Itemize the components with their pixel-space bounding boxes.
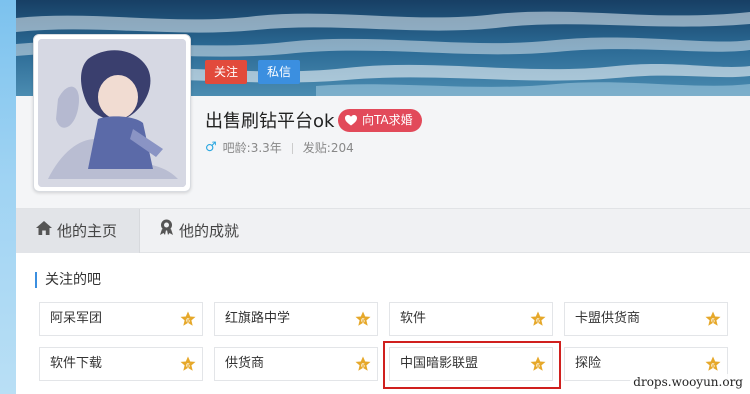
post-count: 发贴:204	[302, 141, 354, 155]
profile-meta: ♂ 吧龄:3.3年 发贴:204	[205, 140, 354, 156]
profile-tabs: 他的主页 他的成就	[16, 208, 750, 253]
tab-achievements-label: 他的成就	[179, 222, 240, 240]
follow-button[interactable]: 关注	[205, 60, 247, 84]
svg-text:6: 6	[361, 362, 365, 370]
star-icon: 6	[705, 311, 721, 326]
star-icon: 6	[530, 311, 546, 326]
svg-text:6: 6	[536, 362, 540, 370]
bar-item[interactable]: 红旗路中学 6	[214, 302, 378, 336]
bar-item-label: 探险	[575, 356, 602, 371]
section-title: 关注的吧	[35, 272, 101, 288]
svg-text:6: 6	[186, 317, 190, 325]
page-background-left	[0, 0, 16, 394]
propose-label: 向TA求婚	[362, 113, 413, 127]
bar-item-highlighted[interactable]: 中国暗影联盟 6	[389, 347, 553, 381]
bar-item[interactable]: 软件下载 6	[39, 347, 203, 381]
propose-button[interactable]: 向TA求婚	[338, 109, 422, 132]
message-button[interactable]: 私信	[258, 60, 300, 84]
svg-text:6: 6	[711, 317, 715, 325]
home-icon	[36, 208, 52, 252]
avatar-image	[38, 39, 186, 187]
tab-home-label: 他的主页	[57, 222, 118, 240]
bar-item[interactable]: 供货商 6	[214, 347, 378, 381]
avatar[interactable]	[33, 34, 191, 192]
svg-text:6: 6	[711, 362, 715, 370]
bar-item-label: 阿呆军团	[50, 311, 103, 326]
bar-item-label: 卡盟供货商	[575, 311, 641, 326]
star-icon: 6	[355, 311, 371, 326]
star-icon: 6	[530, 356, 546, 371]
bar-item[interactable]: 阿呆军团 6	[39, 302, 203, 336]
bar-item[interactable]: 卡盟供货商 6	[564, 302, 728, 336]
male-icon: ♂	[205, 140, 217, 155]
star-icon: 6	[705, 356, 721, 371]
meta-divider	[291, 142, 293, 154]
bar-age: 吧龄:3.3年	[222, 141, 282, 155]
star-icon: 6	[180, 311, 196, 326]
bar-item-label: 软件	[400, 311, 427, 326]
bar-item[interactable]: 软件 6	[389, 302, 553, 336]
bar-item-label: 供货商	[225, 356, 265, 371]
bar-item-label: 红旗路中学	[225, 311, 291, 326]
star-icon: 6	[355, 356, 371, 371]
svg-text:6: 6	[536, 317, 540, 325]
svg-text:6: 6	[361, 317, 365, 325]
followed-bars-section: 关注的吧 阿呆军团 6 红旗路中学 6 软件 6 卡盟供货商 6 软件下载 6 …	[16, 253, 750, 394]
bar-item-label: 中国暗影联盟	[400, 356, 479, 371]
svg-text:6: 6	[186, 362, 190, 370]
tab-achievements[interactable]: 他的成就	[159, 209, 279, 253]
star-icon: 6	[180, 356, 196, 371]
tab-home[interactable]: 他的主页	[16, 209, 140, 253]
watermark: drops.wooyun.org	[630, 374, 746, 390]
medal-icon	[159, 208, 174, 252]
heart-icon	[345, 115, 357, 126]
username: 出售刷钻平台ok	[205, 111, 335, 132]
bar-item-label: 软件下载	[50, 356, 103, 371]
